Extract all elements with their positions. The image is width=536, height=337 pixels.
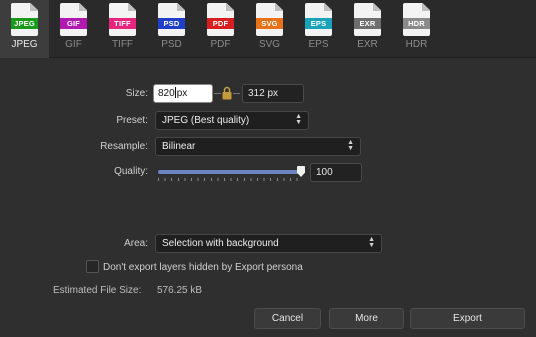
hidden-layers-label: Don't export layers hidden by Export per… (103, 262, 303, 273)
area-label: Area: (124, 238, 148, 249)
format-tab-label: PDF (210, 39, 231, 50)
preset-label: Preset: (116, 115, 148, 126)
format-tab-hdr[interactable]: HDR HDR (392, 0, 441, 58)
format-tab-label: TIFF (111, 39, 134, 50)
page-fold (373, 3, 381, 11)
page-fold (79, 3, 87, 11)
format-badge: PSD (158, 18, 185, 29)
format-tab-label: GIF (65, 39, 82, 50)
format-tab-pdf[interactable]: PDF PDF (196, 0, 245, 58)
page-fold (275, 3, 283, 11)
more-button[interactable]: More (329, 308, 404, 329)
jpeg-file-icon: JPEG (11, 3, 38, 36)
exr-file-icon: EXR (354, 3, 381, 36)
resample-select[interactable]: Bilinear ▲ ▼ (155, 137, 361, 156)
hdr-file-icon: HDR (403, 3, 430, 36)
preset-select[interactable]: JPEG (Best quality) ▲ ▼ (155, 111, 309, 130)
format-tab-svg[interactable]: SVG SVG (245, 0, 294, 58)
resample-value: Bilinear (162, 141, 196, 152)
format-badge: PDF (207, 18, 234, 29)
gif-file-icon: GIF (60, 3, 87, 36)
eps-file-icon: EPS (305, 3, 332, 36)
lock-icon[interactable] (222, 86, 232, 100)
link-line-left (214, 93, 221, 94)
format-badge: EPS (305, 18, 332, 29)
select-arrows-icon: ▲ ▼ (295, 113, 302, 126)
format-tab-tiff[interactable]: TIFF TIFF (98, 0, 147, 58)
link-line-right (233, 93, 240, 94)
area-select[interactable]: Selection with background ▲ ▼ (155, 234, 382, 253)
quality-label: Quality: (114, 166, 148, 177)
export-button[interactable]: Export (410, 308, 525, 329)
page-fold (30, 3, 38, 11)
format-badge: JPEG (11, 18, 38, 29)
size-label: Size: (125, 88, 148, 99)
page-fold (422, 3, 430, 11)
format-tab-label: SVG (258, 39, 281, 50)
quality-slider-ticks (158, 178, 302, 181)
format-tab-label: HDR (405, 39, 428, 50)
select-arrows-icon: ▲ ▼ (368, 236, 375, 249)
text-cursor (174, 87, 176, 98)
format-badge: SVG (256, 18, 283, 29)
height-input[interactable]: 312 px (242, 84, 304, 103)
quality-input[interactable]: 100 (310, 163, 362, 182)
estimated-size-value: 576.25 kB (157, 285, 203, 296)
page-fold (128, 3, 136, 11)
tiff-file-icon: TIFF (109, 3, 136, 36)
page-fold (177, 3, 185, 11)
format-badge: GIF (60, 18, 87, 29)
format-tab-label: JPEG (11, 39, 38, 50)
format-badge: HDR (403, 18, 430, 29)
preset-value: JPEG (Best quality) (162, 115, 250, 126)
quality-slider-thumb[interactable] (297, 166, 305, 177)
format-bar: JPEG JPEG GIF GIF TIFF TIFF PSD PSD PDF PDF SVG SVG… (0, 0, 536, 58)
estimated-size-label: Estimated File Size: (53, 285, 142, 296)
format-tab-eps[interactable]: EPS EPS (294, 0, 343, 58)
format-tab-gif[interactable]: GIF GIF (49, 0, 98, 58)
format-tab-label: PSD (161, 39, 182, 50)
format-tab-label: EXR (357, 39, 378, 50)
page-fold (226, 3, 234, 11)
page-fold (324, 3, 332, 11)
format-tab-exr[interactable]: EXR EXR (343, 0, 392, 58)
psd-file-icon: PSD (158, 3, 185, 36)
hidden-layers-checkbox[interactable] (86, 260, 99, 273)
quality-slider-track[interactable] (158, 170, 302, 174)
pdf-file-icon: PDF (207, 3, 234, 36)
svg-file-icon: SVG (256, 3, 283, 36)
format-tab-psd[interactable]: PSD PSD (147, 0, 196, 58)
format-tab-label: EPS (308, 39, 329, 50)
select-arrows-icon: ▲ ▼ (347, 139, 354, 152)
cancel-button[interactable]: Cancel (254, 308, 321, 329)
width-unit: px (176, 88, 188, 99)
width-value: 820 (158, 88, 175, 99)
format-tab-jpeg[interactable]: JPEG JPEG (0, 0, 49, 58)
width-input[interactable]: 820 px (153, 84, 213, 103)
format-badge: EXR (354, 18, 381, 29)
resample-label: Resample: (100, 141, 148, 152)
format-badge: TIFF (109, 18, 136, 29)
area-value: Selection with background (162, 238, 279, 249)
